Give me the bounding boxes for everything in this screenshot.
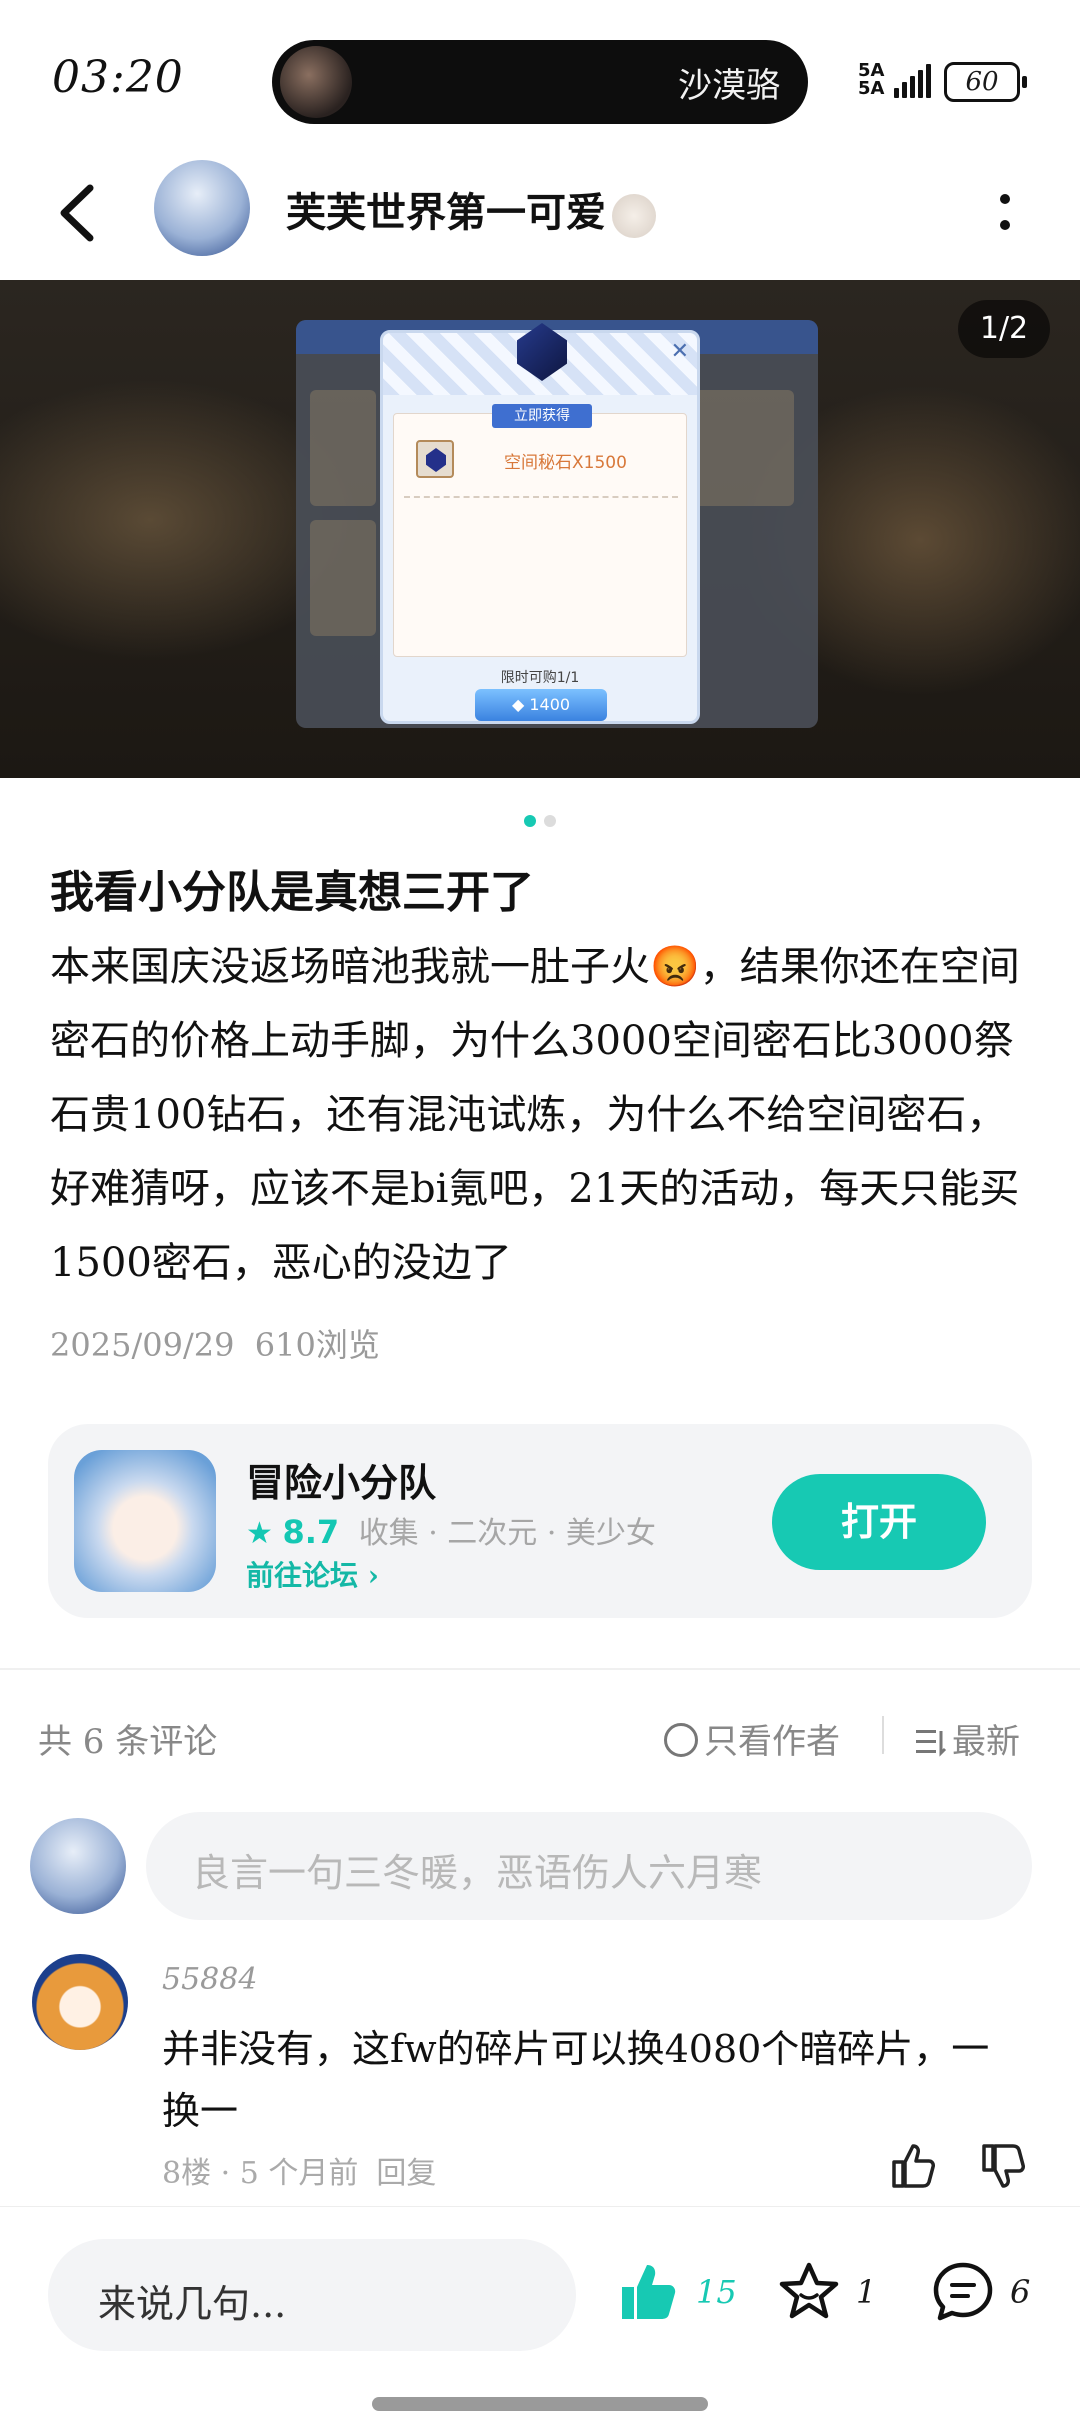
post-title: 我看小分队是真想三开了 bbox=[50, 867, 534, 918]
item-icon bbox=[416, 440, 454, 478]
back-button[interactable] bbox=[50, 178, 110, 248]
game-purchase-dialog: ✕ 立即获得 空间秘石X1500 限时可购1/1 ◆ 1400 bbox=[380, 323, 700, 724]
dialog-limit-text: 限时可购1/1 bbox=[500, 670, 580, 686]
more-dot-icon bbox=[1000, 220, 1010, 230]
home-indicator[interactable] bbox=[372, 2397, 708, 2411]
like-button[interactable]: 15 bbox=[616, 2259, 737, 2329]
favorite-button[interactable]: 1 bbox=[776, 2259, 876, 2329]
dot-inactive bbox=[544, 815, 556, 827]
radio-icon bbox=[664, 1723, 698, 1757]
only-author-label: 只看作者 bbox=[704, 1722, 840, 1762]
comment-input[interactable]: 良言一句三冬暖，恶语伤人六月寒 bbox=[146, 1812, 1032, 1920]
author-name-text: 芙芙世界第一可爱 bbox=[286, 189, 606, 236]
comment-like-button[interactable] bbox=[888, 2140, 940, 2192]
status-bar: 03:20 沙漠骆 5A 5A 60 bbox=[0, 0, 1080, 150]
comment-text: 并非没有，这fw的碎片可以换4080个暗碎片，一换一 bbox=[162, 2027, 990, 2133]
author-avatar[interactable] bbox=[154, 160, 250, 256]
favorite-count: 1 bbox=[856, 2273, 877, 2311]
game-app-icon bbox=[74, 1450, 216, 1592]
bottom-input-placeholder: 来说几句... bbox=[98, 2282, 287, 2326]
post-header: 芙芙世界第一可爱 bbox=[0, 150, 1080, 280]
open-game-button[interactable]: 打开 bbox=[772, 1474, 986, 1570]
signal-icon bbox=[894, 62, 932, 98]
star-outline-icon bbox=[779, 2262, 839, 2319]
media-cover bbox=[280, 46, 352, 118]
more-options-button[interactable] bbox=[990, 190, 1020, 240]
separator bbox=[882, 1716, 884, 1754]
commenter-avatar[interactable] bbox=[32, 1954, 128, 2050]
post-date: 2025/09/29 bbox=[50, 1326, 235, 1364]
game-card[interactable]: 冒险小分队 ★ 8.7 收集 · 二次元 · 美少女 前往论坛 › 打开 bbox=[48, 1424, 1032, 1618]
close-icon: ✕ bbox=[670, 339, 689, 364]
star-icon: ★ bbox=[246, 1516, 273, 1551]
game-name: 冒险小分队 bbox=[246, 1460, 437, 1505]
game-rating-row: ★ 8.7 收集 · 二次元 · 美少女 bbox=[246, 1508, 656, 1552]
forum-link[interactable]: 前往论坛 › bbox=[246, 1554, 379, 1594]
comment-floor-time: 8楼 · 5 个月前 bbox=[162, 2156, 359, 2191]
image-carousel[interactable]: ✕ 立即获得 空间秘石X1500 限时可购1/1 ◆ 1400 1/2 bbox=[0, 280, 1080, 778]
reply-button[interactable]: 回复 bbox=[376, 2156, 436, 2191]
comment-dislike-button[interactable] bbox=[978, 2140, 1030, 2192]
chevron-left-icon bbox=[60, 184, 94, 242]
comment-meta: 8楼 · 5 个月前 回复 bbox=[162, 2148, 436, 2192]
media-island[interactable]: 沙漠骆 bbox=[272, 40, 808, 124]
bottom-action-bar: 来说几句... 15 1 6 bbox=[0, 2206, 1080, 2428]
media-title: 沙漠骆 bbox=[678, 66, 780, 106]
carousel-dots bbox=[524, 815, 564, 829]
status-time: 03:20 bbox=[52, 52, 184, 103]
only-author-toggle[interactable]: 只看作者 bbox=[664, 1714, 840, 1763]
comment-bubble-icon bbox=[933, 2262, 993, 2321]
comment-button[interactable]: 6 bbox=[930, 2259, 1030, 2329]
comments-count: 共 6 条评论 bbox=[38, 1722, 218, 1762]
dialog-item-text: 空间秘石X1500 bbox=[504, 453, 627, 473]
like-count: 15 bbox=[696, 2273, 737, 2311]
bottom-comment-input[interactable]: 来说几句... bbox=[48, 2239, 576, 2351]
more-dot-icon bbox=[1000, 194, 1010, 204]
sort-label: 最新 bbox=[952, 1722, 1020, 1762]
forum-link-label: 前往论坛 bbox=[246, 1559, 359, 1592]
dialog-price-button: ◆ 1400 bbox=[475, 689, 607, 721]
sort-icon bbox=[916, 1730, 947, 1757]
post-body: 本来国庆没返场暗池我就一肚子火😡，结果你还在空间密石的价格上动手脚，为什么300… bbox=[50, 944, 1020, 1286]
game-rating: 8.7 bbox=[282, 1513, 340, 1551]
dot-active bbox=[524, 815, 536, 827]
author-name[interactable]: 芙芙世界第一可爱 bbox=[286, 180, 656, 238]
game-tags: 收集 · 二次元 · 美少女 bbox=[358, 1516, 656, 1551]
network-type-label: 5A 5A bbox=[858, 60, 885, 99]
post-views: 610浏览 bbox=[254, 1326, 380, 1364]
comment-input-placeholder: 良言一句三冬暖，恶语伤人六月寒 bbox=[192, 1851, 763, 1895]
dialog-price: 1400 bbox=[529, 695, 571, 714]
battery-icon: 60 bbox=[944, 62, 1027, 102]
thumbs-up-icon bbox=[892, 2144, 935, 2188]
chevron-right-icon: › bbox=[367, 1559, 379, 1592]
divider bbox=[0, 1668, 1080, 1670]
thumbs-down-icon bbox=[982, 2144, 1025, 2188]
page-indicator: 1/2 bbox=[958, 300, 1050, 358]
thumbs-up-filled-icon bbox=[622, 2265, 676, 2319]
sort-button[interactable]: 最新 bbox=[914, 1714, 1020, 1763]
dialog-ribbon: 立即获得 bbox=[492, 404, 592, 428]
comment-username[interactable]: 55884 bbox=[162, 1962, 257, 1997]
author-badge-icon bbox=[612, 194, 656, 238]
my-avatar bbox=[30, 1818, 126, 1914]
post-meta: 2025/09/29 610浏览 bbox=[50, 1320, 380, 1366]
comment-count: 6 bbox=[1010, 2273, 1031, 2311]
